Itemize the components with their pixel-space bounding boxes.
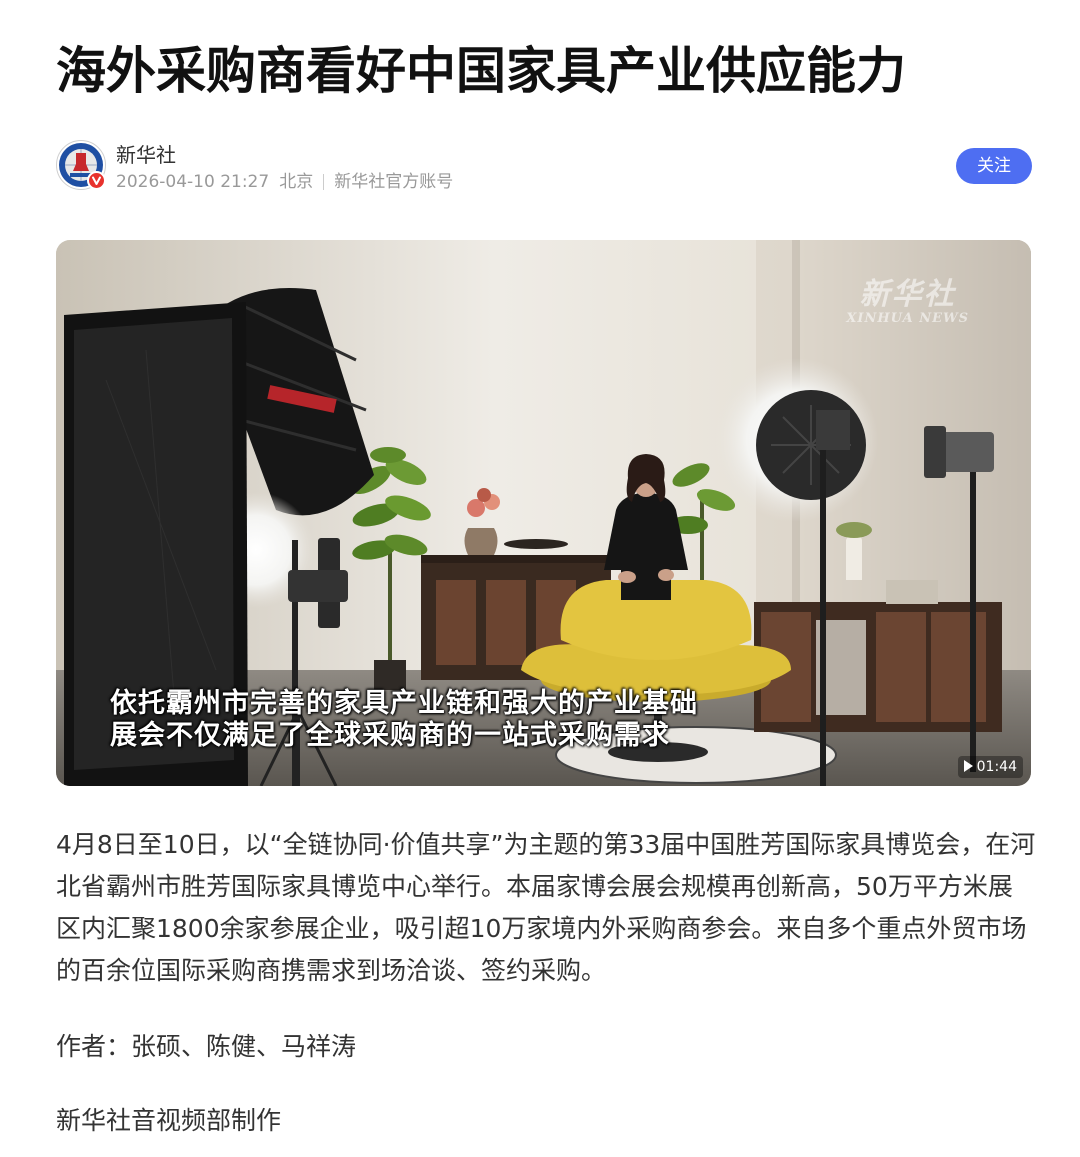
watermark-cn: 新华社 — [859, 277, 956, 312]
article-title: 海外采购商看好中国家具产业供应能力 — [56, 42, 906, 100]
watermark-en: XINHUA NEWS — [846, 311, 969, 326]
article-body: 4月8日至10日，以“全链协同·价值共享”为主题的第33届中国胜芳国际家具博览会… — [56, 830, 1036, 985]
subtitle-line: 展会不仅满足了全球采购商的一站式采购需求 — [110, 720, 670, 751]
video-player[interactable]: 新华社 XINHUA NEWS 依托霸州市完善的家具产业链和强大的产业基础 展会… — [56, 240, 1031, 786]
article-producer: 新华社音视频部制作 — [56, 1106, 282, 1135]
play-icon — [963, 760, 973, 772]
account-type: 新华社官方账号 — [334, 172, 454, 192]
meta-divider — [323, 174, 325, 190]
author-info: 新华社 2026-04-10 21:27 北京 新华社官方账号 关注 — [56, 140, 1032, 196]
video-duration[interactable]: 01:44 — [957, 756, 1023, 778]
verified-v-icon — [87, 171, 106, 190]
video-subtitle: 依托霸州市完善的家具产业链和强大的产业基础 展会不仅满足了全球采购商的一站式采购… — [110, 688, 890, 752]
author-avatar[interactable] — [56, 140, 106, 190]
article-authors: 作者：张硕、陈健、马祥涛 — [56, 1032, 357, 1061]
follow-button[interactable]: 关注 — [956, 148, 1032, 184]
article-meta: 2026-04-10 21:27 北京 新华社官方账号 — [116, 171, 453, 193]
subtitle-line: 依托霸州市完善的家具产业链和强大的产业基础 — [110, 688, 698, 719]
publish-location: 北京 — [279, 172, 314, 192]
duration-text: 01:44 — [976, 759, 1017, 775]
author-name[interactable]: 新华社 — [116, 142, 176, 168]
xinhua-watermark: 新华社 XINHUA NEWS — [846, 278, 969, 326]
publish-date: 2026-04-10 21:27 — [116, 172, 270, 192]
